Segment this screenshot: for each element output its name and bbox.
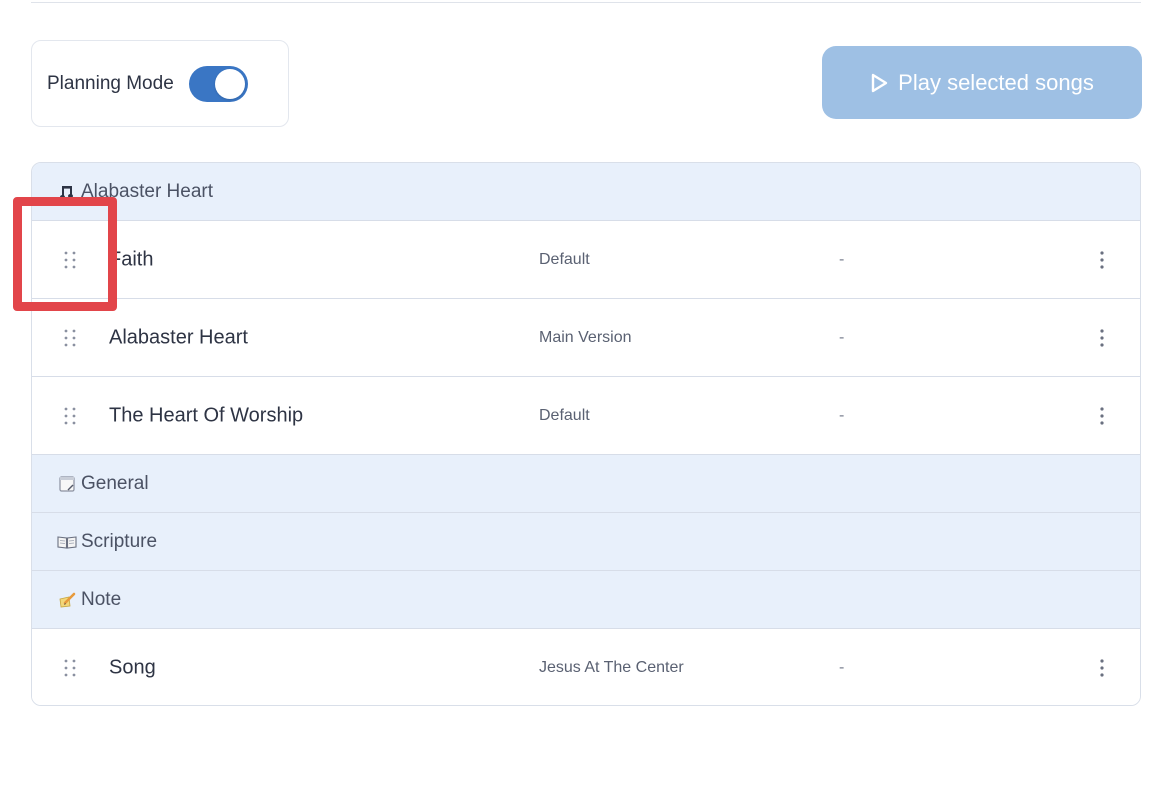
play-selected-songs-button[interactable]: Play selected songs — [822, 46, 1142, 119]
section-header-note[interactable]: Note — [32, 571, 1140, 629]
notepad-icon — [57, 474, 77, 494]
item-version: Default — [539, 406, 590, 424]
section-label: General — [81, 472, 149, 494]
item-key: - — [839, 659, 845, 676]
toggle-knob — [214, 68, 245, 99]
item-key: - — [839, 250, 845, 268]
play-outline-icon — [871, 73, 888, 92]
more-options-icon[interactable] — [1094, 248, 1110, 272]
item-version: Jesus At The Center — [539, 659, 684, 676]
item-title[interactable]: Alabaster Heart — [109, 326, 248, 349]
item-title[interactable]: Song — [109, 657, 156, 680]
list-item[interactable]: Song Jesus At The Center - — [32, 629, 1140, 705]
drag-handle-icon[interactable] — [62, 327, 78, 349]
item-key: - — [839, 328, 845, 346]
more-options-icon[interactable] — [1094, 404, 1110, 428]
drag-handle-highlight-box — [13, 197, 117, 311]
top-divider — [31, 2, 1141, 3]
section-label: Scripture — [81, 530, 158, 552]
list-item[interactable]: Alabaster Heart Main Version - — [32, 299, 1140, 377]
planning-mode-label: Planning Mode — [47, 72, 174, 94]
section-header-general[interactable]: General — [32, 455, 1140, 513]
section-label: Note — [81, 588, 122, 610]
more-options-icon[interactable] — [1094, 656, 1110, 680]
section-header-alabaster-heart[interactable]: Alabaster Heart — [32, 163, 1140, 221]
play-button-label: Play selected songs — [898, 69, 1094, 95]
item-version: Main Version — [539, 328, 632, 346]
section-header-scripture[interactable]: Scripture — [32, 513, 1140, 571]
open-book-icon — [57, 532, 77, 552]
setlist: Alabaster Heart Faith Default - Alabaste… — [31, 162, 1141, 706]
item-key: - — [839, 406, 845, 424]
drag-handle-icon[interactable] — [62, 405, 78, 427]
drag-handle-icon[interactable] — [62, 657, 78, 679]
list-item[interactable]: Faith Default - — [32, 221, 1140, 299]
item-title[interactable]: The Heart Of Worship — [109, 404, 303, 427]
more-options-icon[interactable] — [1094, 326, 1110, 350]
planning-mode-card: Planning Mode — [31, 40, 289, 127]
item-version: Default — [539, 250, 590, 268]
list-item[interactable]: The Heart Of Worship Default - — [32, 377, 1140, 455]
memo-pencil-icon — [57, 590, 77, 610]
planning-mode-toggle[interactable] — [188, 65, 248, 102]
